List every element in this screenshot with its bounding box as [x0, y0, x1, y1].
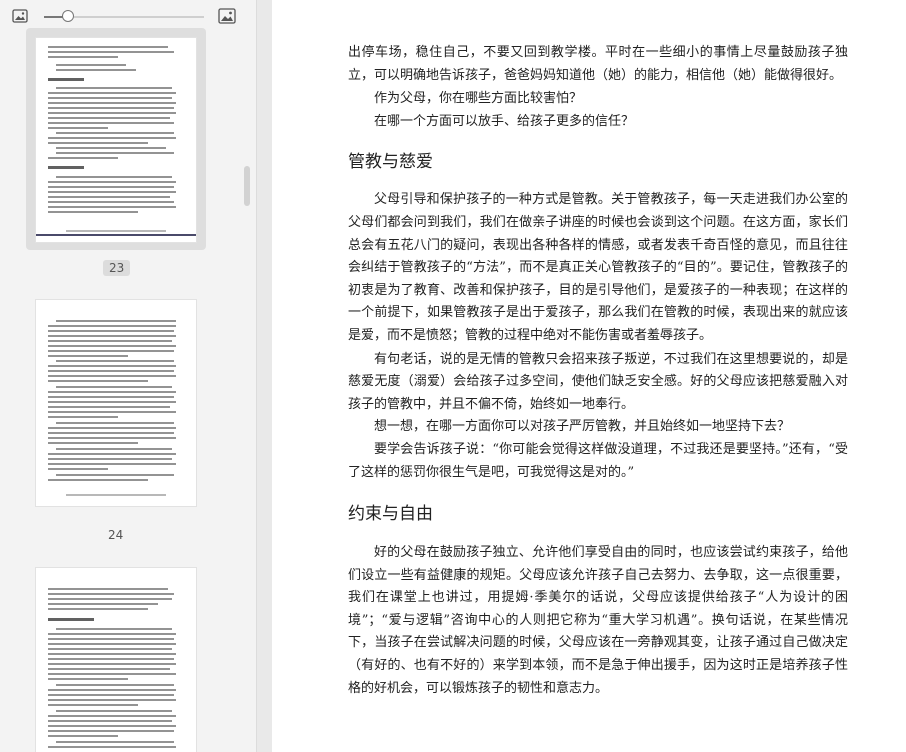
paragraph: 有句老话，说的是无情的管教只会招来孩子叛逆，不过我们在这里想要说的，却是慈爱无度…	[348, 351, 848, 412]
thumbnail-page-image	[36, 568, 196, 752]
question: 在哪一个方面可以放手、给孩子更多的信任？	[374, 113, 635, 129]
document-view[interactable]: 出停车场，稳住自己，不要又回到教学楼。平时在一些细小的事情上尽量鼓励孩子独立，可…	[272, 0, 906, 752]
section-heading: 约束与自由	[348, 504, 433, 525]
image-small-icon[interactable]	[12, 9, 28, 23]
thumbnail-page-23[interactable]	[26, 28, 206, 250]
thumbnail-sidebar: 23 24	[0, 0, 257, 752]
paragraph: 好的父母在鼓励孩子独立、允许他们享受自由的同时，也应该尝试约束孩子，给他们设立一…	[348, 545, 848, 696]
paragraph: 要学会告诉孩子说：“你可能会觉得这样做没道理，不过我还是要坚持。”还有，“受了这…	[348, 441, 848, 480]
thumbnail-page-number: 23	[103, 260, 131, 276]
paragraph: 父母引导和保护孩子的一种方式是管教。关于管教孩子，每一天走进我们办公室的父母们都…	[348, 192, 848, 343]
zoom-slider[interactable]	[44, 10, 204, 22]
thumbnail-page-24[interactable]	[26, 290, 206, 514]
document-page: 出停车场，稳住自己，不要又回到教学楼。平时在一些细小的事情上尽量鼓励孩子独立，可…	[348, 42, 848, 700]
thumbnail-page-25[interactable]	[26, 558, 206, 752]
thumbnail-page-image	[36, 300, 196, 506]
sidebar-scrollbar[interactable]	[244, 166, 250, 206]
section-heading: 管教与慈爱	[348, 152, 433, 173]
thumbnail-page-image	[36, 38, 196, 242]
image-large-icon[interactable]	[218, 8, 236, 24]
thumbnail-page-number: 24	[108, 528, 124, 542]
zoom-slider-handle[interactable]	[62, 10, 74, 22]
paragraph: 出停车场，稳住自己，不要又回到教学楼。平时在一些细小的事情上尽量鼓励孩子独立，可…	[348, 45, 848, 83]
paragraph: 想一想，在哪一方面你可以对孩子严厉管教，并且始终如一地坚持下去？	[374, 419, 791, 435]
question: 作为父母，你在哪些方面比较害怕？	[374, 91, 583, 107]
